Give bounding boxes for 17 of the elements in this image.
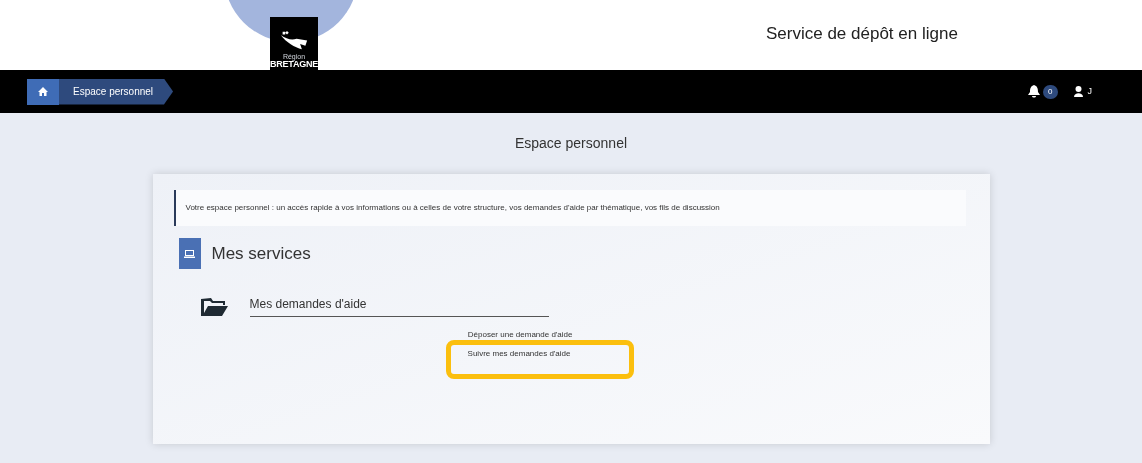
laptop-icon xyxy=(178,238,201,269)
home-icon xyxy=(38,87,48,96)
breadcrumb-link[interactable]: Espace personnel xyxy=(59,78,174,105)
logo-name-text: BRETAGNE xyxy=(270,60,319,69)
page-title: Espace personnel xyxy=(514,134,628,153)
service-link[interactable]: Déposer une demande d'aide xyxy=(467,329,573,341)
notification-count: 0 xyxy=(1043,84,1058,99)
intro-text: Votre espace personnel : un accès rapide à vos informations ou à celles de votre structure, vos demandes d'aide par thématique, vos fils de discussion xyxy=(173,190,966,226)
user-name[interactable]: J xyxy=(1087,84,1092,99)
service-title: Mes demandes d'aide xyxy=(249,295,549,317)
site-title: Service de dépôt en ligne xyxy=(766,23,958,45)
home-breadcrumb[interactable] xyxy=(27,78,59,105)
section-title: Mes services xyxy=(211,242,311,265)
user-icon[interactable] xyxy=(1073,86,1083,97)
service-link[interactable]: Suivre mes demandes d'aide xyxy=(467,348,571,360)
bell-icon[interactable] xyxy=(1028,85,1041,98)
folder-icon xyxy=(200,297,228,317)
